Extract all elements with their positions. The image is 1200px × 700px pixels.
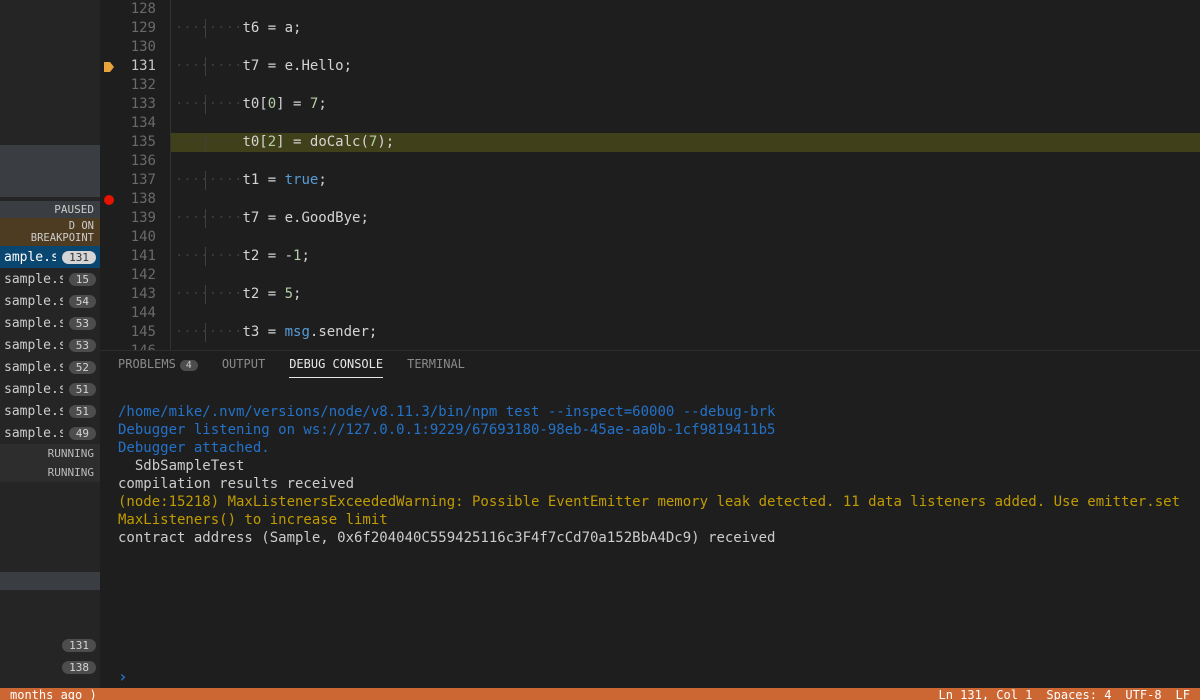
debug-console-output[interactable]: /home/mike/.nvm/versions/node/v8.11.3/bi… bbox=[100, 379, 1200, 665]
status-cursor-position[interactable]: Ln 131, Col 1 bbox=[938, 688, 1032, 700]
callstack-frame[interactable]: sample.sol 53 bbox=[0, 334, 100, 356]
debug-sidebar: PAUSED D ON BREAKPOINT ample.sol 131 sam… bbox=[0, 0, 100, 700]
callstack-file: ample.sol bbox=[4, 250, 56, 265]
execution-pointer-icon bbox=[104, 62, 114, 72]
callstack-frame[interactable]: ample.sol 131 bbox=[0, 246, 100, 268]
callstack-frame[interactable]: sample.sol 51 bbox=[0, 400, 100, 422]
callstack-frame[interactable]: sample.sol 51 bbox=[0, 378, 100, 400]
status-bar: months ago ) Ln 131, Col 1 Spaces: 4 UTF… bbox=[0, 688, 1200, 700]
status-left: months ago ) bbox=[10, 688, 97, 700]
status-eol[interactable]: LF bbox=[1176, 688, 1190, 700]
breakpoint-line-badge: 131 bbox=[62, 639, 96, 652]
tab-terminal[interactable]: TERMINAL bbox=[407, 355, 465, 373]
code-editor[interactable]: 128 129 130 131 132 133 134 135 136 137 … bbox=[100, 0, 1200, 350]
breakpoint-line-badge: 138 bbox=[62, 661, 96, 674]
thread-status-paused: PAUSED bbox=[0, 201, 100, 218]
problems-count-badge: 4 bbox=[180, 360, 198, 371]
breakpoints-section: 131 138 bbox=[0, 572, 100, 678]
panel-tabs: PROBLEMS4 OUTPUT DEBUG CONSOLE TERMINAL bbox=[100, 351, 1200, 379]
breakpoint-item[interactable]: 131 bbox=[0, 634, 100, 656]
current-execution-line: ········t0[2] = doCalc(7); bbox=[171, 133, 1200, 152]
thread-running: RUNNING bbox=[0, 444, 100, 463]
debug-console-input-prompt[interactable]: › bbox=[100, 665, 1200, 690]
breakpoint-item[interactable]: 138 bbox=[0, 656, 100, 678]
code-area[interactable]: ········t6 = a; ········t7 = e.Hello; ··… bbox=[170, 0, 1200, 350]
callstack-frame[interactable]: sample.sol 54 bbox=[0, 290, 100, 312]
tab-problems[interactable]: PROBLEMS4 bbox=[118, 355, 198, 373]
callstack-frame[interactable]: sample.sol 15 bbox=[0, 268, 100, 290]
callstack-frame[interactable]: sample.sol 53 bbox=[0, 312, 100, 334]
tab-debug-console[interactable]: DEBUG CONSOLE bbox=[289, 355, 383, 373]
status-encoding[interactable]: UTF-8 bbox=[1125, 688, 1161, 700]
callstack-frame[interactable]: sample.sol 52 bbox=[0, 356, 100, 378]
tab-output[interactable]: OUTPUT bbox=[222, 355, 265, 373]
thread-running: RUNNING bbox=[0, 463, 100, 482]
sidebar-section-header[interactable] bbox=[0, 145, 100, 197]
bottom-panel: PROBLEMS4 OUTPUT DEBUG CONSOLE TERMINAL … bbox=[100, 350, 1200, 690]
breakpoint-icon[interactable] bbox=[104, 195, 114, 205]
status-indentation[interactable]: Spaces: 4 bbox=[1046, 688, 1111, 700]
callstack-frame[interactable]: sample.sol 49 bbox=[0, 422, 100, 444]
breakpoints-header[interactable] bbox=[0, 572, 100, 590]
thread-status-reason: D ON BREAKPOINT bbox=[0, 218, 100, 246]
callstack-line-badge: 131 bbox=[62, 251, 96, 264]
line-number-gutter[interactable]: 128 129 130 131 132 133 134 135 136 137 … bbox=[100, 0, 170, 350]
